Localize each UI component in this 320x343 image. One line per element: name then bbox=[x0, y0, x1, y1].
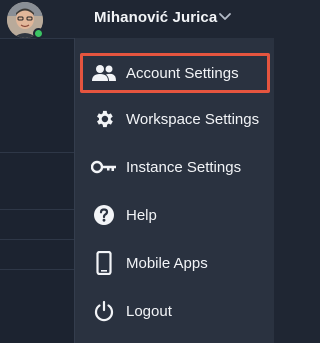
menu-item-label: Instance Settings bbox=[126, 158, 242, 176]
menu-item-mobile-apps[interactable]: Mobile Apps bbox=[80, 243, 270, 283]
online-status-dot bbox=[33, 28, 44, 39]
menu-item-label: Mobile Apps bbox=[126, 254, 208, 272]
user-dropdown-menu: Account Settings Workspace Settings Inst… bbox=[74, 38, 274, 343]
gear-icon bbox=[90, 107, 118, 131]
power-icon bbox=[90, 299, 118, 323]
menu-item-label: Account Settings bbox=[126, 64, 239, 82]
divider bbox=[0, 152, 74, 153]
menu-item-label: Logout bbox=[126, 302, 172, 320]
menu-item-workspace-settings[interactable]: Workspace Settings bbox=[80, 99, 270, 139]
key-icon bbox=[90, 155, 118, 179]
menu-item-help[interactable]: Help bbox=[80, 195, 270, 235]
menu-item-account-settings[interactable]: Account Settings bbox=[80, 53, 270, 93]
menu-item-instance-settings[interactable]: Instance Settings bbox=[80, 147, 270, 187]
chevron-down-icon[interactable] bbox=[218, 12, 232, 22]
mobile-phone-icon bbox=[90, 251, 118, 275]
question-icon bbox=[90, 203, 118, 227]
menu-item-label: Help bbox=[126, 206, 157, 224]
avatar[interactable] bbox=[7, 2, 44, 39]
background-panel bbox=[0, 0, 74, 343]
app-page: Mihanović Jurica Account Settings Worksp… bbox=[0, 0, 274, 343]
top-bar: Mihanović Jurica bbox=[0, 0, 274, 39]
menu-item-label: Workspace Settings bbox=[126, 110, 260, 128]
divider bbox=[0, 239, 74, 240]
menu-item-logout[interactable]: Logout bbox=[80, 291, 270, 331]
divider bbox=[0, 209, 74, 210]
user-name[interactable]: Mihanović Jurica bbox=[94, 9, 217, 26]
people-icon bbox=[90, 61, 118, 85]
divider bbox=[0, 269, 74, 270]
